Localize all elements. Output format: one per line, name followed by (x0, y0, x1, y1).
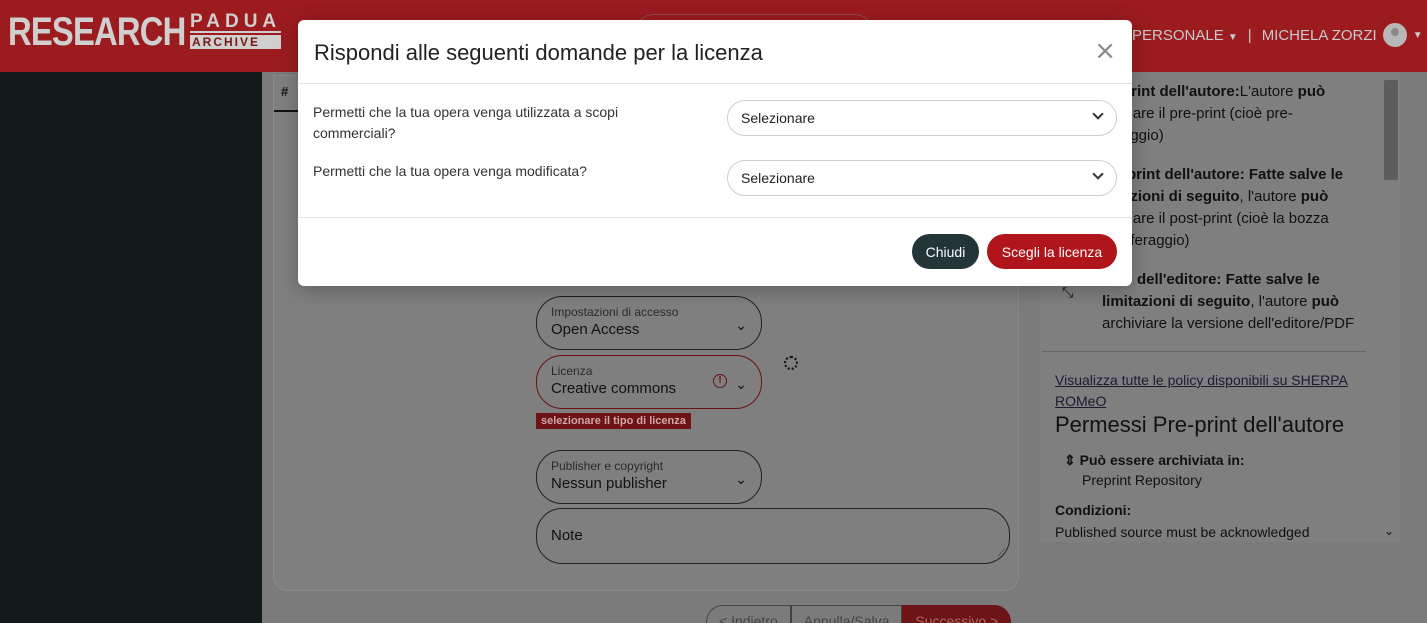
next-button[interactable]: Successivo > (902, 605, 1012, 623)
panel-divider (1042, 351, 1366, 352)
resize-handle-icon[interactable]: ⟋ (998, 548, 1005, 559)
personal-menu[interactable]: PERSONALE ▼ (1132, 27, 1238, 44)
chevron-down-icon: ⌄ (735, 471, 747, 487)
scroll-down-icon[interactable]: ⌄ (1384, 524, 1394, 538)
logo-research-text: RESEARCH (8, 10, 186, 54)
commercial-use-select[interactable]: Selezionare (727, 100, 1117, 136)
publisher-select[interactable]: Publisher e copyright Nessun publisher ⌄ (536, 450, 762, 504)
preprint-permissions-title: Permessi Pre-print dell'autore (1055, 412, 1345, 437)
error-icon: ! (713, 374, 727, 388)
preprint-policy: print dell'autore:L'autore può viare il … (1122, 83, 1326, 144)
modification-selected: Selezionare (741, 170, 815, 186)
access-settings-value: Open Access (551, 321, 640, 338)
chevron-down-icon[interactable]: ▼ (1413, 30, 1423, 41)
archivable-in-label: ⇕ Può essere archiviata in: (1064, 452, 1245, 468)
access-settings-label: Impostazioni di accesso (551, 305, 679, 319)
expand-toggle-icon[interactable]: ⇕ (1064, 452, 1076, 468)
modification-select[interactable]: Selezionare (727, 160, 1117, 196)
sidebar (0, 72, 262, 623)
commercial-use-selected: Selezionare (741, 110, 815, 126)
publisher-version-policy: ione dell'editore: Fatte salve le limita… (1102, 271, 1355, 332)
logo-archive-text: ARCHIVE (190, 35, 282, 49)
chevron-down-icon: ⌄ (735, 376, 747, 392)
back-button[interactable]: < Indietro (706, 605, 791, 623)
chevron-down-icon: ⌄ (735, 317, 747, 333)
publisher-label: Publisher e copyright (551, 459, 664, 473)
note-placeholder: Note (551, 527, 583, 544)
loading-spinner-icon (784, 356, 798, 370)
publisher-version-icon: ⤡ (1062, 284, 1074, 300)
license-select[interactable]: Licenza Creative commons ! ⌄ (536, 355, 762, 409)
modal-header: Rispondi alle seguenti domande per la li… (298, 20, 1132, 84)
publisher-value: Nessun publisher (551, 475, 667, 492)
chevron-down-icon (1092, 168, 1104, 180)
license-questions-modal: Rispondi alle seguenti domande per la li… (298, 20, 1132, 286)
archivable-in-value: Preprint Repository (1082, 472, 1202, 488)
wizard-pager: < Indietro Annulla/Salva Successivo > (706, 605, 1012, 623)
nav-separator: | (1247, 26, 1252, 44)
postprint-policy: -print dell'autore: Fatte salve le azion… (1122, 166, 1344, 249)
close-button[interactable]: Chiudi (912, 234, 979, 269)
chevron-down-icon (1092, 108, 1104, 120)
license-error-badge: selezionare il tipo di licenza (536, 413, 691, 429)
commercial-use-question: Permetti che la tua opera venga utilizza… (313, 104, 619, 141)
user-menu[interactable]: MICHELA ZORZI (1262, 27, 1377, 44)
choose-license-button[interactable]: Scegli la licenza (987, 234, 1117, 269)
modal-title: Rispondi alle seguenti domande per la li… (314, 40, 763, 65)
close-icon[interactable]: × (1094, 38, 1116, 64)
scrollbar-thumb[interactable] (1384, 80, 1398, 180)
conditions-value: Published source must be acknowledged (1055, 524, 1310, 540)
note-textarea[interactable]: Note ⟋ (536, 508, 1010, 564)
research-padua-archive-logo[interactable]: RESEARCH PADUA ARCHIVE (8, 10, 282, 54)
chevron-down-icon: ▼ (1227, 31, 1238, 43)
table-hash-header: # (281, 84, 289, 99)
access-settings-select[interactable]: Impostazioni di accesso Open Access ⌄ (536, 296, 762, 350)
sherpa-romeo-link[interactable]: Visualizza tutte le policy disponibili s… (1055, 370, 1355, 412)
avatar[interactable] (1382, 23, 1407, 47)
modal-footer: Chiudi Scegli la licenza (298, 218, 1132, 285)
conditions-label: Condizioni: (1055, 502, 1132, 518)
modal-body: Permetti che la tua opera venga utilizza… (298, 84, 1132, 218)
logo-padua-text: PADUA (190, 11, 282, 33)
modification-question: Permetti che la tua opera venga modifica… (313, 163, 587, 179)
cancel-save-button[interactable]: Annulla/Salva (790, 605, 903, 623)
